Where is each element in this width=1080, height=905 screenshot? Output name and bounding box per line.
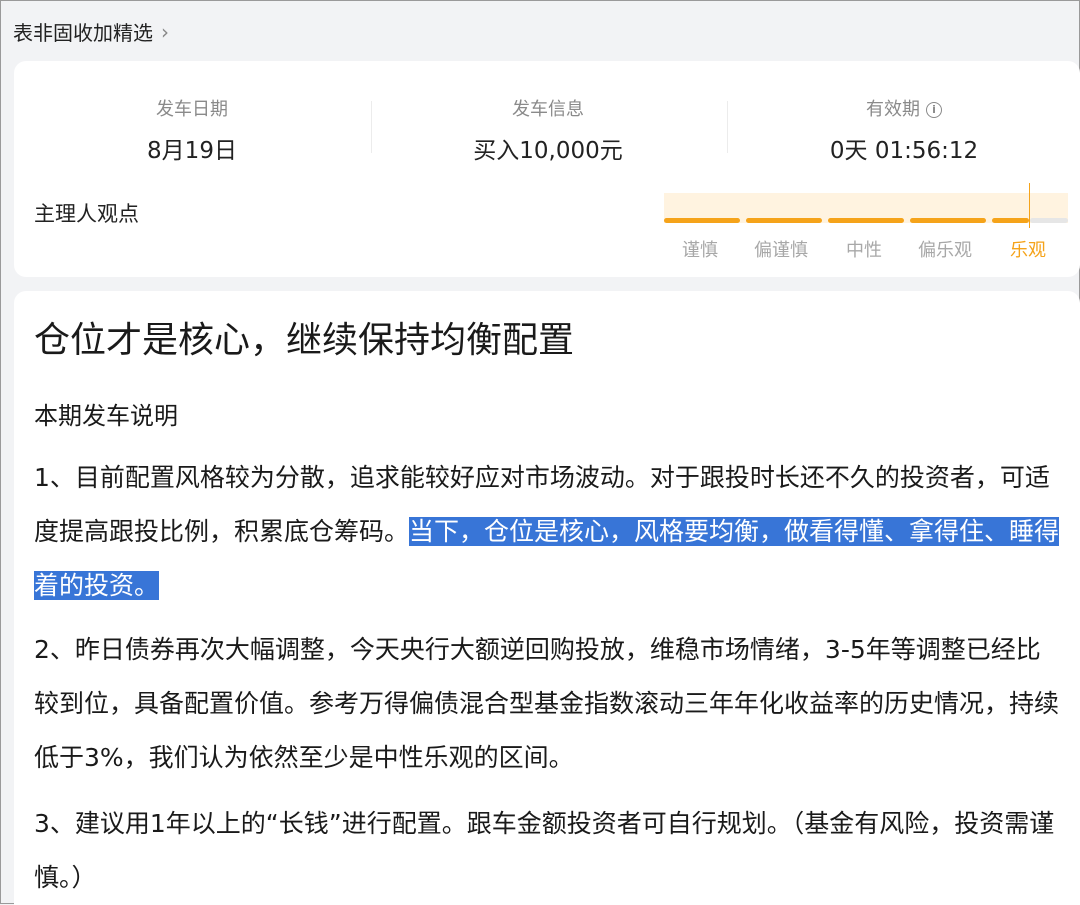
top-bar: 表非固收加精选 › <box>1 1 1079 59</box>
departure-date-label: 发车日期 <box>156 99 228 120</box>
validity-label: 有效期 <box>866 99 920 120</box>
departure-date-stat: 发车日期 8月19日 <box>14 95 370 165</box>
validity-value: 0天 01:56:12 <box>829 138 979 164</box>
opinion-level-cautious: 谨慎 <box>682 240 718 261</box>
breadcrumb[interactable]: 表非固收加精选 › <box>13 17 169 46</box>
manager-opinion-label: 主理人观点 <box>34 202 139 226</box>
departure-date-value: 8月19日 <box>147 138 237 164</box>
opinion-gauge-remainder <box>1030 218 1068 223</box>
opinion-gauge-segment <box>828 218 904 223</box>
article-headline: 仓位才是核心，继续保持均衡配置 <box>34 320 575 361</box>
info-icon[interactable]: i <box>926 102 942 118</box>
highlighted-text: 当下，仓位是核心，风格要均 <box>409 517 735 546</box>
opinion-gauge-marker <box>1029 183 1030 228</box>
breadcrumb-label[interactable]: 表非固收加精选 <box>13 17 153 46</box>
article-paragraph-3: 3、建议用1年以上的“长钱”进行配置。跟车金额投资者可自行规划。（基金有风险，投… <box>34 809 1055 892</box>
validity-label-row: 有效期 i <box>726 95 1080 121</box>
opinion-level-somewhat-cautious: 偏谨慎 <box>754 240 808 261</box>
departure-info-label: 发车信息 <box>512 99 584 120</box>
article-paragraph-1: 1、目前配置风格较为分散，追求能较好应对市场波动。对于跟投时长还不久的投资者，可… <box>34 451 1064 613</box>
opinion-level-somewhat-optimistic: 偏乐观 <box>918 240 972 261</box>
article-subhead: 本期发车说明 <box>34 402 178 430</box>
opinion-gauge-segment <box>664 218 740 223</box>
opinion-level-neutral: 中性 <box>846 240 882 261</box>
article-card: 仓位才是核心，继续保持均衡配置 本期发车说明 1、目前配置风格较为分散，追求能较… <box>14 291 1080 905</box>
departure-info-stat: 发车信息 买入10,000元 <box>370 95 726 165</box>
trip-summary-card: 发车日期 8月19日 发车信息 买入10,000元 有效期 i 0天 01:56:… <box>14 61 1080 277</box>
chevron-right-icon[interactable]: › <box>161 20 169 44</box>
validity-stat: 有效期 i 0天 01:56:12 <box>726 95 1080 165</box>
article-paragraph-2: 2、昨日债券再次大幅调整，今天央行大额逆回购投放，维稳市场情绪，3-5年等调整已… <box>34 635 1060 772</box>
departure-info-value: 买入10,000元 <box>473 138 623 164</box>
opinion-gauge-segment <box>992 218 1029 223</box>
opinion-gauge-segment <box>910 218 986 223</box>
opinion-level-optimistic: 乐观 <box>1010 240 1046 261</box>
opinion-gauge-segment <box>746 218 822 223</box>
